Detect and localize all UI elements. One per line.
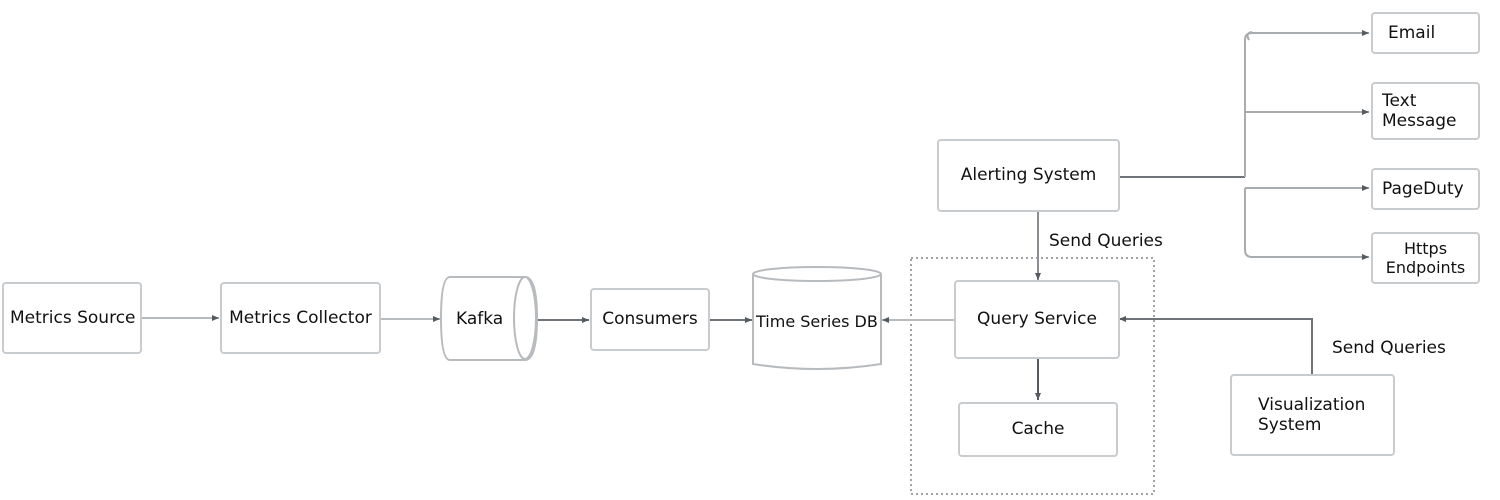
pageduty-label: PageDuty xyxy=(1382,178,1464,199)
https-endpoints-label: Https Endpoints xyxy=(1385,238,1466,277)
alerting-system-node[interactable]: Alerting System xyxy=(937,139,1120,212)
send-queries-label-alerting: Send Queries xyxy=(1049,231,1163,251)
query-service-label: Query Service xyxy=(977,309,1097,330)
metrics-source-label: Metrics Source xyxy=(10,307,136,328)
metrics-collector-node[interactable]: Metrics Collector xyxy=(220,282,381,354)
email-label: Email xyxy=(1388,22,1436,43)
text-message-node[interactable]: Text Message xyxy=(1371,82,1480,140)
visualization-system-label: Visualization System xyxy=(1258,394,1366,435)
edge-visualization-to-query xyxy=(1119,316,1313,375)
metrics-source-node[interactable]: Metrics Source xyxy=(2,282,142,354)
metrics-collector-label: Metrics Collector xyxy=(229,307,372,328)
email-node[interactable]: Email xyxy=(1371,12,1480,54)
cache-node[interactable]: Cache xyxy=(958,402,1118,457)
query-service-node[interactable]: Query Service xyxy=(954,280,1120,359)
text-message-label: Text Message xyxy=(1382,90,1457,131)
consumers-node[interactable]: Consumers xyxy=(590,288,710,351)
send-queries-label-visualization: Send Queries xyxy=(1332,338,1446,358)
cache-label: Cache xyxy=(1011,419,1065,440)
pageduty-node[interactable]: PageDuty xyxy=(1371,168,1480,210)
https-endpoints-node[interactable]: Https Endpoints xyxy=(1371,232,1480,284)
consumers-label: Consumers xyxy=(602,309,698,330)
kafka-label[interactable]: Kafka xyxy=(456,309,503,329)
time-series-db-label[interactable]: Time Series DB xyxy=(756,312,878,331)
edge-fanout-bus xyxy=(1244,31,1368,258)
visualization-system-node[interactable]: Visualization System xyxy=(1230,374,1395,456)
alerting-system-label: Alerting System xyxy=(960,165,1097,186)
